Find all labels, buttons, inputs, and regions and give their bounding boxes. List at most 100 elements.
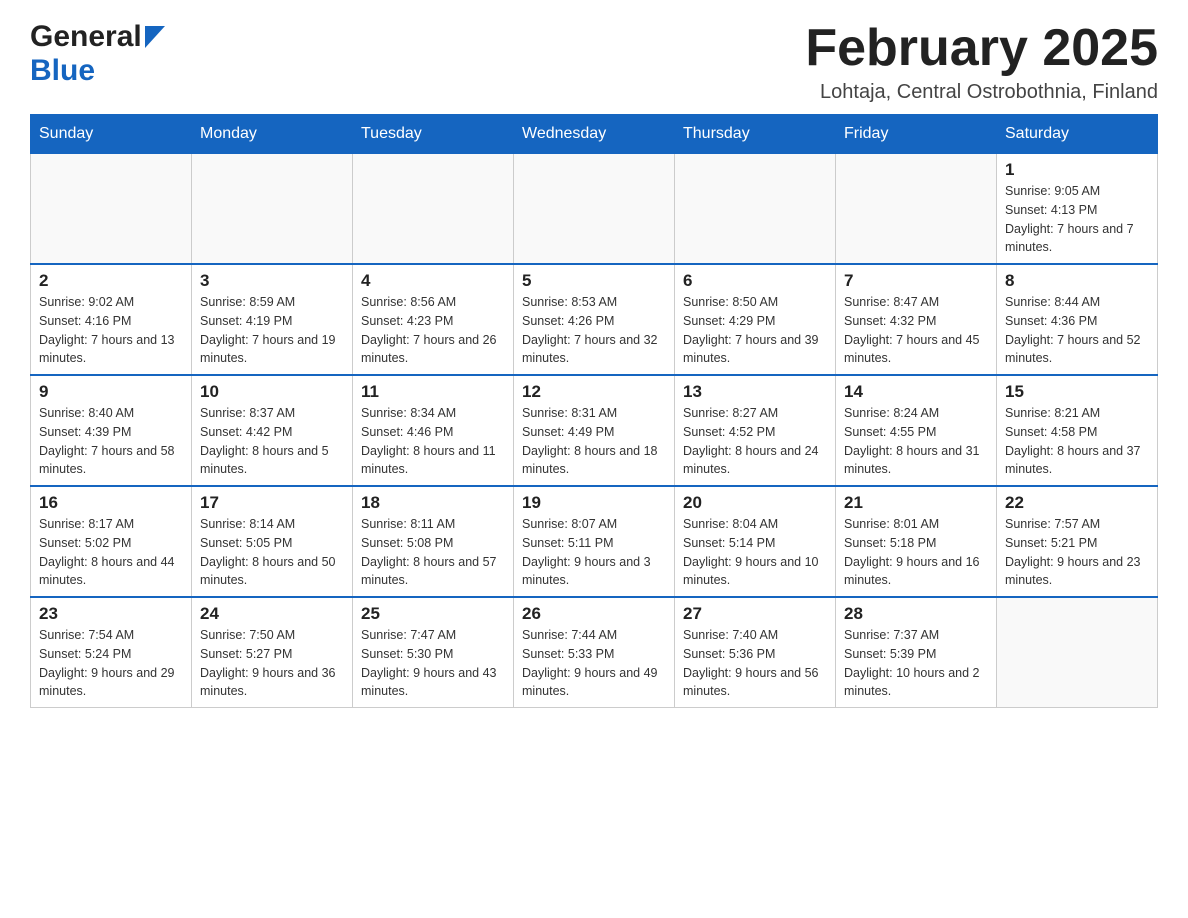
table-row	[353, 154, 514, 265]
logo-general: General	[30, 20, 142, 54]
day-number: 8	[1005, 271, 1149, 291]
day-number: 7	[844, 271, 988, 291]
calendar-week-row: 1Sunrise: 9:05 AMSunset: 4:13 PMDaylight…	[31, 154, 1158, 265]
table-row: 16Sunrise: 8:17 AMSunset: 5:02 PMDayligh…	[31, 486, 192, 597]
day-number: 1	[1005, 160, 1149, 180]
day-number: 27	[683, 604, 827, 624]
day-info: Sunrise: 7:54 AMSunset: 5:24 PMDaylight:…	[39, 626, 183, 701]
logo-arrow-icon	[145, 26, 165, 48]
day-number: 15	[1005, 382, 1149, 402]
day-info: Sunrise: 7:44 AMSunset: 5:33 PMDaylight:…	[522, 626, 666, 701]
day-number: 10	[200, 382, 344, 402]
day-number: 5	[522, 271, 666, 291]
calendar-week-row: 9Sunrise: 8:40 AMSunset: 4:39 PMDaylight…	[31, 375, 1158, 486]
day-info: Sunrise: 7:47 AMSunset: 5:30 PMDaylight:…	[361, 626, 505, 701]
day-info: Sunrise: 8:44 AMSunset: 4:36 PMDaylight:…	[1005, 293, 1149, 368]
day-info: Sunrise: 8:27 AMSunset: 4:52 PMDaylight:…	[683, 404, 827, 479]
table-row: 22Sunrise: 7:57 AMSunset: 5:21 PMDayligh…	[997, 486, 1158, 597]
day-info: Sunrise: 7:37 AMSunset: 5:39 PMDaylight:…	[844, 626, 988, 701]
day-number: 13	[683, 382, 827, 402]
day-info: Sunrise: 8:01 AMSunset: 5:18 PMDaylight:…	[844, 515, 988, 590]
day-number: 2	[39, 271, 183, 291]
location-title: Lohtaja, Central Ostrobothnia, Finland	[805, 81, 1158, 104]
day-number: 9	[39, 382, 183, 402]
day-number: 26	[522, 604, 666, 624]
table-row: 11Sunrise: 8:34 AMSunset: 4:46 PMDayligh…	[353, 375, 514, 486]
weekday-header-row: Sunday Monday Tuesday Wednesday Thursday…	[31, 115, 1158, 154]
header-friday: Friday	[836, 115, 997, 154]
day-number: 17	[200, 493, 344, 513]
day-info: Sunrise: 8:14 AMSunset: 5:05 PMDaylight:…	[200, 515, 344, 590]
day-number: 11	[361, 382, 505, 402]
table-row	[997, 597, 1158, 708]
day-number: 14	[844, 382, 988, 402]
day-number: 16	[39, 493, 183, 513]
table-row: 1Sunrise: 9:05 AMSunset: 4:13 PMDaylight…	[997, 154, 1158, 265]
table-row: 3Sunrise: 8:59 AMSunset: 4:19 PMDaylight…	[192, 264, 353, 375]
table-row	[836, 154, 997, 265]
table-row: 28Sunrise: 7:37 AMSunset: 5:39 PMDayligh…	[836, 597, 997, 708]
table-row: 18Sunrise: 8:11 AMSunset: 5:08 PMDayligh…	[353, 486, 514, 597]
day-info: Sunrise: 8:31 AMSunset: 4:49 PMDaylight:…	[522, 404, 666, 479]
table-row: 14Sunrise: 8:24 AMSunset: 4:55 PMDayligh…	[836, 375, 997, 486]
day-number: 20	[683, 493, 827, 513]
logo-blue: Blue	[30, 54, 95, 88]
table-row: 15Sunrise: 8:21 AMSunset: 4:58 PMDayligh…	[997, 375, 1158, 486]
day-info: Sunrise: 8:40 AMSunset: 4:39 PMDaylight:…	[39, 404, 183, 479]
day-number: 28	[844, 604, 988, 624]
day-info: Sunrise: 8:37 AMSunset: 4:42 PMDaylight:…	[200, 404, 344, 479]
day-number: 19	[522, 493, 666, 513]
table-row: 21Sunrise: 8:01 AMSunset: 5:18 PMDayligh…	[836, 486, 997, 597]
day-info: Sunrise: 8:07 AMSunset: 5:11 PMDaylight:…	[522, 515, 666, 590]
table-row: 24Sunrise: 7:50 AMSunset: 5:27 PMDayligh…	[192, 597, 353, 708]
table-row: 8Sunrise: 8:44 AMSunset: 4:36 PMDaylight…	[997, 264, 1158, 375]
table-row	[514, 154, 675, 265]
table-row: 5Sunrise: 8:53 AMSunset: 4:26 PMDaylight…	[514, 264, 675, 375]
day-info: Sunrise: 8:59 AMSunset: 4:19 PMDaylight:…	[200, 293, 344, 368]
day-info: Sunrise: 7:50 AMSunset: 5:27 PMDaylight:…	[200, 626, 344, 701]
table-row: 26Sunrise: 7:44 AMSunset: 5:33 PMDayligh…	[514, 597, 675, 708]
day-number: 6	[683, 271, 827, 291]
table-row	[31, 154, 192, 265]
table-row: 2Sunrise: 9:02 AMSunset: 4:16 PMDaylight…	[31, 264, 192, 375]
day-info: Sunrise: 8:17 AMSunset: 5:02 PMDaylight:…	[39, 515, 183, 590]
table-row: 10Sunrise: 8:37 AMSunset: 4:42 PMDayligh…	[192, 375, 353, 486]
page-header: General Blue February 2025 Lohtaja, Cent…	[30, 20, 1158, 104]
table-row	[192, 154, 353, 265]
logo: General Blue	[30, 20, 166, 88]
table-row: 13Sunrise: 8:27 AMSunset: 4:52 PMDayligh…	[675, 375, 836, 486]
day-number: 12	[522, 382, 666, 402]
day-info: Sunrise: 7:40 AMSunset: 5:36 PMDaylight:…	[683, 626, 827, 701]
header-wednesday: Wednesday	[514, 115, 675, 154]
title-section: February 2025 Lohtaja, Central Ostroboth…	[805, 20, 1158, 104]
table-row: 4Sunrise: 8:56 AMSunset: 4:23 PMDaylight…	[353, 264, 514, 375]
day-info: Sunrise: 9:02 AMSunset: 4:16 PMDaylight:…	[39, 293, 183, 368]
table-row: 6Sunrise: 8:50 AMSunset: 4:29 PMDaylight…	[675, 264, 836, 375]
table-row	[675, 154, 836, 265]
day-info: Sunrise: 8:11 AMSunset: 5:08 PMDaylight:…	[361, 515, 505, 590]
day-number: 21	[844, 493, 988, 513]
day-number: 24	[200, 604, 344, 624]
day-info: Sunrise: 8:56 AMSunset: 4:23 PMDaylight:…	[361, 293, 505, 368]
day-info: Sunrise: 8:21 AMSunset: 4:58 PMDaylight:…	[1005, 404, 1149, 479]
day-number: 25	[361, 604, 505, 624]
table-row: 12Sunrise: 8:31 AMSunset: 4:49 PMDayligh…	[514, 375, 675, 486]
day-info: Sunrise: 9:05 AMSunset: 4:13 PMDaylight:…	[1005, 182, 1149, 257]
day-info: Sunrise: 8:24 AMSunset: 4:55 PMDaylight:…	[844, 404, 988, 479]
table-row: 23Sunrise: 7:54 AMSunset: 5:24 PMDayligh…	[31, 597, 192, 708]
header-thursday: Thursday	[675, 115, 836, 154]
calendar-week-row: 2Sunrise: 9:02 AMSunset: 4:16 PMDaylight…	[31, 264, 1158, 375]
table-row: 20Sunrise: 8:04 AMSunset: 5:14 PMDayligh…	[675, 486, 836, 597]
table-row: 27Sunrise: 7:40 AMSunset: 5:36 PMDayligh…	[675, 597, 836, 708]
table-row: 19Sunrise: 8:07 AMSunset: 5:11 PMDayligh…	[514, 486, 675, 597]
header-saturday: Saturday	[997, 115, 1158, 154]
calendar-week-row: 23Sunrise: 7:54 AMSunset: 5:24 PMDayligh…	[31, 597, 1158, 708]
day-number: 4	[361, 271, 505, 291]
month-title: February 2025	[805, 20, 1158, 77]
calendar-table: Sunday Monday Tuesday Wednesday Thursday…	[30, 114, 1158, 708]
day-number: 3	[200, 271, 344, 291]
header-tuesday: Tuesday	[353, 115, 514, 154]
table-row: 17Sunrise: 8:14 AMSunset: 5:05 PMDayligh…	[192, 486, 353, 597]
header-monday: Monday	[192, 115, 353, 154]
day-info: Sunrise: 8:04 AMSunset: 5:14 PMDaylight:…	[683, 515, 827, 590]
